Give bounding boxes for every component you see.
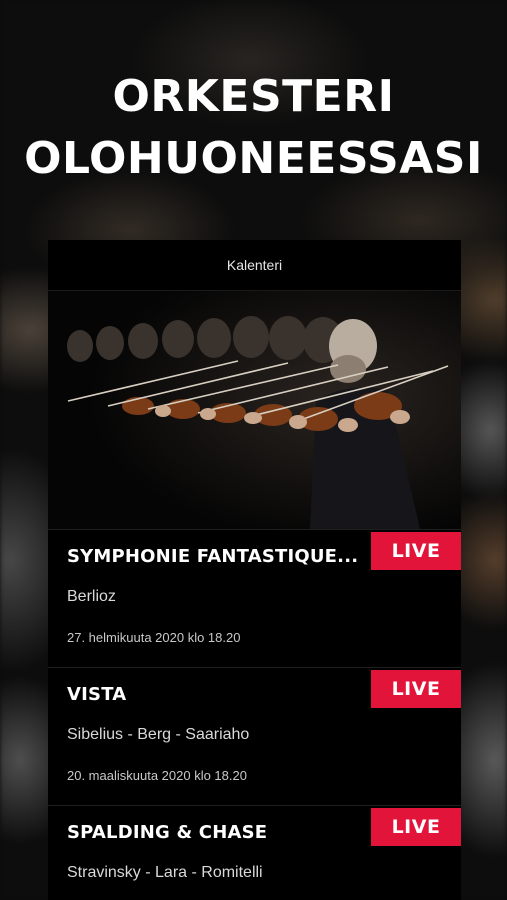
event-title: VISTA — [67, 684, 127, 705]
headline-line-1: ORKESTERI — [112, 71, 395, 122]
event-composers: Berlioz — [67, 588, 116, 605]
featured-concert-image[interactable] — [48, 291, 461, 529]
page-headline: ORKESTERI OLOHUONEESSASI — [0, 66, 507, 190]
calendar-header-label: Kalenteri — [226, 257, 283, 273]
event-item[interactable]: VISTA Sibelius - Berg - Saariaho 20. maa… — [48, 667, 461, 805]
calendar-header[interactable]: Kalenteri — [48, 240, 461, 291]
calendar-panel: Kalenteri SYMPHONIE FANTASTIQUE... Berli… — [48, 240, 461, 900]
event-composers: Sibelius - Berg - Saariaho — [67, 726, 250, 743]
live-badge: LIVE — [371, 532, 461, 570]
violinists-photo — [48, 291, 461, 529]
event-title: SYMPHONIE FANTASTIQUE... — [67, 546, 359, 567]
event-date: 27. helmikuuta 2020 klo 18.20 — [67, 630, 241, 645]
event-item[interactable]: SYMPHONIE FANTASTIQUE... Berlioz 27. hel… — [48, 529, 461, 667]
event-composers: Stravinsky - Lara - Romitelli — [67, 864, 263, 881]
event-item[interactable]: SPALDING & CHASE Stravinsky - Lara - Rom… — [48, 805, 461, 900]
live-badge: LIVE — [371, 670, 461, 708]
event-date: 20. maaliskuuta 2020 klo 18.20 — [67, 768, 247, 783]
event-title: SPALDING & CHASE — [67, 822, 268, 843]
headline-line-2: OLOHUONEESSASI — [24, 133, 483, 184]
live-badge: LIVE — [371, 808, 461, 846]
